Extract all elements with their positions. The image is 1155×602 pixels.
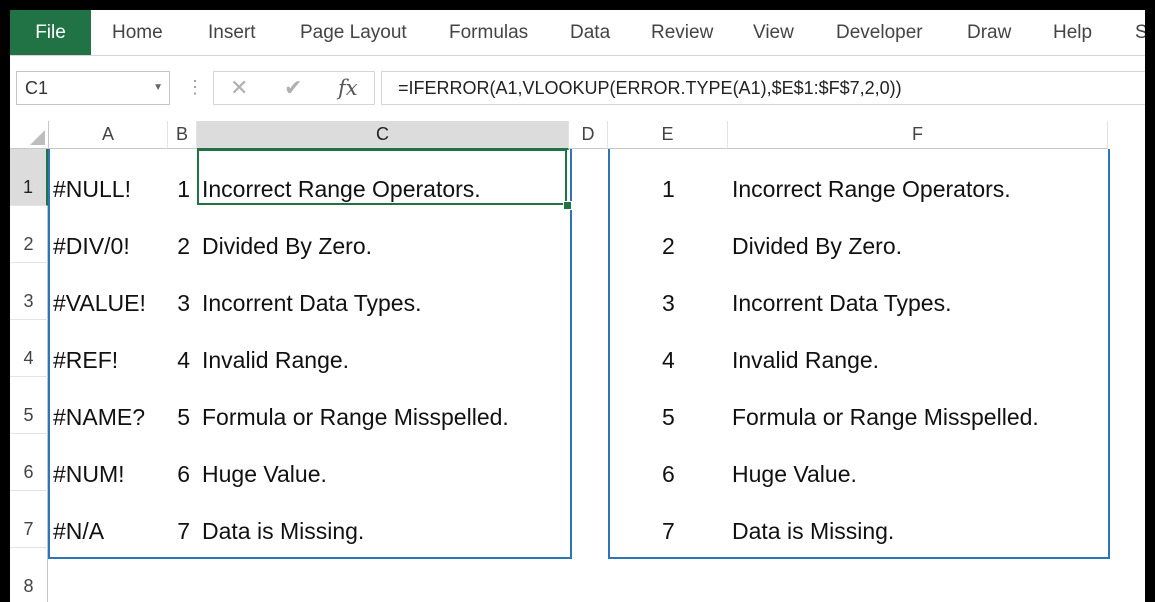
cell-b1[interactable]: 1: [168, 161, 190, 218]
row-header-2[interactable]: 2: [10, 206, 48, 263]
column-header-c[interactable]: C: [197, 121, 569, 150]
cell-a5[interactable]: #NAME?: [53, 389, 145, 446]
cell-a6[interactable]: #NUM!: [53, 446, 125, 503]
row-header-3[interactable]: 3: [10, 263, 48, 320]
cell-e4[interactable]: 4: [662, 332, 675, 389]
tab-view[interactable]: View: [753, 10, 794, 55]
cell-b2[interactable]: 2: [168, 218, 190, 275]
select-all-icon: [30, 130, 45, 145]
formula-buttons: ✕ ✔ fx: [213, 71, 375, 105]
row-header-5[interactable]: 5: [10, 377, 48, 434]
tab-home[interactable]: Home: [112, 10, 163, 55]
worksheet-grid[interactable]: A B C D E F 1 2 3 4 5 6 7 8 #NULL! 1 Inc…: [10, 121, 1145, 602]
cell-b5[interactable]: 5: [168, 389, 190, 446]
cell-f4[interactable]: Invalid Range.: [732, 332, 879, 389]
cell-b7[interactable]: 7: [168, 503, 190, 560]
cancel-icon[interactable]: ✕: [230, 72, 248, 104]
tab-insert[interactable]: Insert: [208, 10, 256, 55]
cell-c4[interactable]: Invalid Range.: [202, 332, 349, 389]
more-options-icon[interactable]: ⋮: [186, 71, 204, 103]
tab-overflow[interactable]: S: [1135, 10, 1145, 55]
cell-a7[interactable]: #N/A: [53, 503, 104, 560]
row-header-4[interactable]: 4: [10, 320, 48, 377]
tab-draw[interactable]: Draw: [967, 10, 1011, 55]
cell-e6[interactable]: 6: [662, 446, 675, 503]
column-header-b[interactable]: B: [168, 121, 197, 149]
cell-b4[interactable]: 4: [168, 332, 190, 389]
row-header-1[interactable]: 1: [10, 149, 48, 206]
name-box-value: C1: [25, 72, 48, 104]
cell-c3[interactable]: Incorrent Data Types.: [202, 275, 421, 332]
row-header-7[interactable]: 7: [10, 491, 48, 548]
chevron-down-icon[interactable]: ▼: [153, 72, 163, 104]
tab-help[interactable]: Help: [1053, 10, 1092, 55]
column-header-d[interactable]: D: [569, 121, 608, 149]
row-header-8[interactable]: 8: [10, 548, 48, 602]
tab-developer[interactable]: Developer: [836, 10, 923, 55]
cell-c6[interactable]: Huge Value.: [202, 446, 327, 503]
select-all-button[interactable]: [10, 121, 49, 149]
cell-c1[interactable]: Incorrect Range Operators.: [202, 161, 481, 218]
cell-e2[interactable]: 2: [662, 218, 675, 275]
formula-bar: C1 ▼ ⋮ ✕ ✔ fx =IFERROR(A1,VLOOKUP(ERROR.…: [10, 66, 1145, 114]
cell-e1[interactable]: 1: [662, 161, 675, 218]
insert-function-icon[interactable]: fx: [338, 72, 358, 104]
cell-c2[interactable]: Divided By Zero.: [202, 218, 372, 275]
formula-input[interactable]: =IFERROR(A1,VLOOKUP(ERROR.TYPE(A1),$E$1:…: [381, 71, 1145, 105]
cell-f7[interactable]: Data is Missing.: [732, 503, 894, 560]
cell-b6[interactable]: 6: [168, 446, 190, 503]
column-header-e[interactable]: E: [608, 121, 728, 149]
cell-a3[interactable]: #VALUE!: [53, 275, 146, 332]
column-header-f[interactable]: F: [728, 121, 1108, 149]
name-box[interactable]: C1 ▼: [16, 71, 170, 105]
cell-e5[interactable]: 5: [662, 389, 675, 446]
cell-c5[interactable]: Formula or Range Misspelled.: [202, 389, 509, 446]
cell-b3[interactable]: 3: [168, 275, 190, 332]
cell-c7[interactable]: Data is Missing.: [202, 503, 364, 560]
row-header-6[interactable]: 6: [10, 434, 48, 491]
cell-f2[interactable]: Divided By Zero.: [732, 218, 902, 275]
formula-text: =IFERROR(A1,VLOOKUP(ERROR.TYPE(A1),$E$1:…: [398, 72, 902, 104]
tab-page-layout[interactable]: Page Layout: [300, 10, 407, 55]
cell-e7[interactable]: 7: [662, 503, 675, 560]
cell-a1[interactable]: #NULL!: [53, 161, 131, 218]
excel-window: File Home Insert Page Layout Formulas Da…: [10, 10, 1145, 602]
cell-a2[interactable]: #DIV/0!: [53, 218, 130, 275]
cell-f5[interactable]: Formula or Range Misspelled.: [732, 389, 1039, 446]
tab-file[interactable]: File: [10, 10, 91, 55]
enter-icon[interactable]: ✔: [284, 72, 302, 104]
tab-data[interactable]: Data: [570, 10, 610, 55]
cell-e3[interactable]: 3: [662, 275, 675, 332]
column-header-a[interactable]: A: [49, 121, 168, 149]
cell-f3[interactable]: Incorrent Data Types.: [732, 275, 951, 332]
fill-handle[interactable]: [563, 201, 572, 210]
tab-formulas[interactable]: Formulas: [449, 10, 528, 55]
cell-f6[interactable]: Huge Value.: [732, 446, 857, 503]
cell-a4[interactable]: #REF!: [53, 332, 118, 389]
cell-f1[interactable]: Incorrect Range Operators.: [732, 161, 1011, 218]
ribbon-tabs: File Home Insert Page Layout Formulas Da…: [10, 10, 1145, 56]
tab-review[interactable]: Review: [651, 10, 713, 55]
